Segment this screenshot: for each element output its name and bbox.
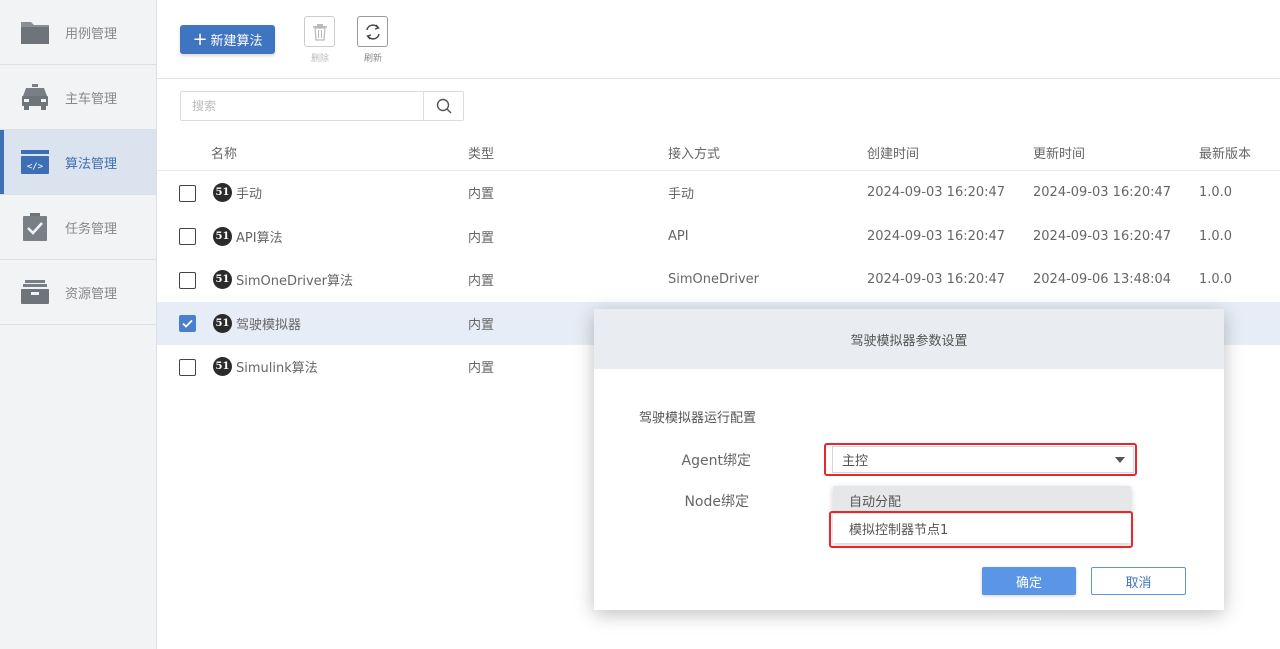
row-name: 驾驶模拟器 — [236, 317, 302, 333]
table-row[interactable]: 51 API算法 内置 API 2024-09-03 16:20:47 2024-… — [157, 215, 1280, 259]
sidebar-item-label: 算法管理 — [65, 156, 118, 172]
section-title: 驾驶模拟器运行配置 — [639, 411, 757, 426]
sidebar-item-tasks[interactable]: 任务管理 — [0, 195, 156, 260]
sidebar-item-label: 用例管理 — [65, 26, 118, 42]
sidebar-item-cases[interactable]: 用例管理 — [0, 0, 156, 65]
simulator-settings-dialog: 驾驶模拟器参数设置 驾驶模拟器运行配置 Agent绑定 主控 Node绑定 自动… — [594, 309, 1224, 610]
row-name: API算法 — [236, 230, 283, 246]
row-checkbox[interactable] — [179, 271, 196, 289]
row-access: 手动 — [668, 187, 695, 203]
node-binding-label: Node绑定 — [684, 494, 749, 510]
row-updated: 2024-09-03 16:20:47 — [1033, 228, 1172, 244]
confirm-button[interactable]: 确定 — [982, 567, 1076, 595]
logo-51-icon: 51 — [213, 226, 232, 246]
row-name-cell: 51 API算法 — [213, 215, 283, 259]
checkmark-icon — [182, 320, 193, 329]
folder-icon — [20, 17, 50, 47]
trash-icon — [304, 16, 335, 47]
row-type: 内置 — [468, 187, 495, 203]
archive-box-icon — [20, 277, 50, 307]
header-updated: 更新时间 — [1033, 147, 1086, 162]
row-checkbox[interactable] — [179, 315, 196, 333]
highlight-box-node — [829, 511, 1133, 548]
row-name: SimOneDriver算法 — [236, 274, 354, 290]
row-name-cell: 51 手动 — [213, 171, 262, 215]
sidebar-item-label: 资源管理 — [65, 286, 118, 302]
table-row[interactable]: 51 手动 内置 手动 2024-09-03 16:20:47 2024-09-0… — [157, 171, 1280, 215]
header-type: 类型 — [468, 147, 495, 162]
refresh-button[interactable]: 刷新 — [357, 16, 389, 64]
logo-51-icon: 51 — [213, 270, 232, 290]
row-type: 内置 — [468, 361, 495, 377]
sidebar-item-algorithms[interactable]: </> 算法管理 — [0, 130, 156, 195]
plus-icon: + — [192, 28, 208, 50]
delete-label: 删除 — [310, 54, 329, 64]
row-checkbox[interactable] — [179, 358, 196, 376]
sidebar: 用例管理 主车管理 </> 算法管理 任务管理 资源管理 — [0, 0, 157, 649]
row-version: 1.0.0 — [1199, 228, 1233, 244]
row-version: 1.0.0 — [1199, 185, 1233, 201]
logo-51-icon: 51 — [213, 357, 232, 377]
header-access: 接入方式 — [668, 147, 721, 162]
logo-51-icon: 51 — [213, 313, 232, 333]
row-name: Simulink算法 — [236, 361, 318, 377]
row-created: 2024-09-03 16:20:47 — [867, 185, 1006, 201]
row-updated: 2024-09-03 16:20:47 — [1033, 185, 1172, 201]
row-checkbox[interactable] — [179, 184, 196, 202]
table-header: 名称 类型 接入方式 创建时间 更新时间 最新版本 — [157, 135, 1280, 171]
sidebar-item-vehicles[interactable]: 主车管理 — [0, 65, 156, 130]
row-updated: 2024-09-06 13:48:04 — [1033, 272, 1172, 288]
row-created: 2024-09-03 16:20:47 — [867, 272, 1006, 288]
row-name-cell: 51 Simulink算法 — [213, 345, 318, 389]
search-icon — [436, 98, 452, 114]
header-version: 最新版本 — [1199, 147, 1252, 162]
search-button[interactable] — [423, 92, 463, 120]
toolbar: + 新建算法 删除 刷新 — [157, 0, 1280, 79]
row-type: 内置 — [468, 274, 495, 290]
logo-51-icon: 51 — [213, 183, 232, 203]
svg-text:</>: </> — [27, 162, 44, 172]
row-checkbox[interactable] — [179, 228, 196, 246]
highlight-box-agent — [824, 443, 1137, 476]
refresh-label: 刷新 — [363, 54, 382, 64]
node-option-auto[interactable]: 自动分配 — [833, 486, 1131, 514]
refresh-icon — [357, 16, 388, 47]
dialog-title: 驾驶模拟器参数设置 — [594, 309, 1224, 369]
header-name: 名称 — [211, 147, 238, 162]
row-version: 1.0.0 — [1199, 272, 1233, 288]
agent-binding-label: Agent绑定 — [681, 453, 751, 469]
sidebar-item-label: 任务管理 — [65, 221, 118, 237]
car-icon — [20, 82, 50, 112]
row-created: 2024-09-03 16:20:47 — [867, 228, 1006, 244]
new-algorithm-button[interactable]: + 新建算法 — [180, 25, 275, 54]
clipboard-check-icon — [20, 212, 50, 242]
row-name-cell: 51 SimOneDriver算法 — [213, 258, 353, 302]
row-name: 手动 — [236, 187, 263, 203]
row-access: SimOneDriver — [668, 272, 759, 288]
sidebar-item-resources[interactable]: 资源管理 — [0, 260, 156, 325]
delete-button[interactable]: 删除 — [304, 16, 336, 64]
table-row[interactable]: 51 SimOneDriver算法 内置 SimOneDriver 2024-09… — [157, 258, 1280, 302]
row-type: 内置 — [468, 230, 495, 246]
row-name-cell: 51 驾驶模拟器 — [213, 302, 301, 346]
row-access: API — [668, 228, 689, 244]
cancel-button[interactable]: 取消 — [1091, 567, 1186, 595]
search-box — [180, 91, 464, 121]
header-created: 创建时间 — [867, 147, 920, 162]
new-algorithm-label: 新建算法 — [210, 34, 263, 49]
sidebar-item-label: 主车管理 — [65, 91, 118, 107]
search-input[interactable] — [181, 92, 423, 120]
row-type: 内置 — [468, 317, 495, 333]
code-icon: </> — [20, 147, 50, 177]
